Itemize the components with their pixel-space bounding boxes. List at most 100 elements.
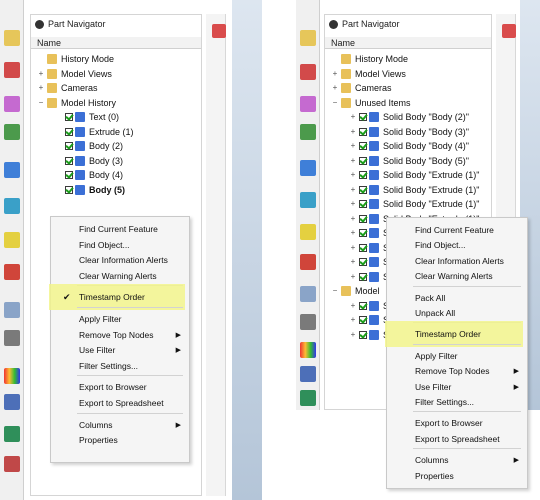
- context-menu-item[interactable]: Clear Warning Alerts: [387, 268, 527, 284]
- context-menu-item[interactable]: Export to Spreadsheet: [387, 431, 527, 447]
- visibility-checkbox[interactable]: [359, 185, 367, 194]
- expand-icon[interactable]: +: [349, 330, 357, 339]
- history-icon[interactable]: [4, 302, 20, 318]
- tree-node[interactable]: − Model History: [37, 96, 116, 110]
- constraint-navigator-icon[interactable]: [300, 64, 316, 80]
- web-browser-icon[interactable]: [4, 198, 20, 214]
- tree-node[interactable]: History Mode: [331, 52, 408, 66]
- visibility-checkbox[interactable]: [359, 127, 367, 136]
- tree-node[interactable]: + Solid Body "Body (3)": [349, 125, 469, 139]
- expand-icon[interactable]: +: [37, 69, 45, 78]
- assembly-navigator-icon[interactable]: [4, 30, 20, 46]
- tree-node[interactable]: + Solid Body "Extrude (1)": [349, 183, 479, 197]
- part-navigator-icon[interactable]: [4, 96, 20, 112]
- visibility-checkbox[interactable]: [359, 316, 367, 324]
- left-graphics-window[interactable]: [232, 0, 262, 500]
- visibility-checkbox[interactable]: [359, 200, 367, 208]
- expand-icon[interactable]: +: [349, 185, 357, 194]
- tree-node[interactable]: − Unused Items: [331, 96, 411, 110]
- visibility-checkbox[interactable]: [359, 243, 367, 252]
- collapse-icon[interactable]: −: [331, 287, 339, 295]
- expand-icon[interactable]: +: [349, 171, 357, 179]
- help-icon[interactable]: [300, 224, 316, 240]
- context-menu-item[interactable]: Apply Filter: [387, 348, 527, 364]
- context-menu-item[interactable]: Use Filter ▶: [51, 342, 189, 358]
- tree-node[interactable]: + Solid Body "Extrude (1)": [349, 197, 479, 211]
- expand-icon[interactable]: +: [37, 84, 45, 92]
- tree-node[interactable]: + Model Views: [331, 67, 406, 81]
- expand-icon[interactable]: +: [349, 200, 357, 208]
- context-menu-item[interactable]: Export to Spreadsheet: [51, 395, 189, 411]
- context-menu-item[interactable]: Find Current Feature: [387, 222, 527, 238]
- context-menu-item[interactable]: Timestamp Order: [387, 326, 527, 342]
- visibility-checkbox[interactable]: [359, 142, 367, 150]
- tree-node[interactable]: Body (4): [55, 168, 123, 182]
- hd3d-tools-icon[interactable]: [300, 160, 316, 176]
- system-materials-icon[interactable]: [4, 330, 20, 346]
- part-navigator-icon[interactable]: [300, 96, 316, 112]
- context-menu-item[interactable]: Clear Information Alerts: [387, 253, 527, 269]
- context-menu-item[interactable]: Clear Warning Alerts: [51, 268, 189, 284]
- tree-node[interactable]: Body (3): [55, 154, 123, 168]
- visibility-checkbox[interactable]: [65, 156, 73, 165]
- visibility-checkbox[interactable]: [65, 127, 73, 136]
- tree-node[interactable]: History Mode: [37, 52, 114, 66]
- right-view-icon[interactable]: [502, 24, 516, 38]
- tree-node[interactable]: Body (2): [55, 139, 123, 153]
- collapse-icon[interactable]: −: [37, 98, 45, 107]
- help-icon[interactable]: [4, 232, 20, 248]
- visibility-checkbox[interactable]: [359, 229, 367, 237]
- expand-icon[interactable]: +: [349, 142, 357, 150]
- expand-icon[interactable]: +: [349, 214, 357, 223]
- context-menu-item[interactable]: Export to Browser: [387, 415, 527, 431]
- tree-node[interactable]: + Solid Body "Body (2)": [349, 110, 469, 124]
- expand-icon[interactable]: +: [349, 316, 357, 324]
- expand-icon[interactable]: +: [349, 113, 357, 121]
- tree-node[interactable]: Extrude (1): [55, 125, 134, 139]
- manufacturing-wizards-icon[interactable]: [300, 390, 316, 406]
- visibility-checkbox[interactable]: [359, 156, 367, 165]
- process-studio-icon[interactable]: [300, 366, 316, 382]
- palette-icon[interactable]: [4, 368, 20, 384]
- name-column-header[interactable]: Name: [31, 37, 201, 49]
- collapse-icon[interactable]: −: [331, 98, 339, 107]
- visibility-checkbox[interactable]: [65, 113, 73, 121]
- manufacturing-wizards-icon[interactable]: [4, 426, 20, 442]
- tree-node[interactable]: Body (5): [55, 183, 125, 197]
- history-icon[interactable]: [300, 286, 316, 302]
- context-menu-item[interactable]: Properties: [387, 468, 527, 484]
- context-menu-item[interactable]: Columns ▶: [51, 417, 189, 433]
- tree-node[interactable]: + Solid Body "Extrude (1)": [349, 168, 479, 182]
- left-view-icon[interactable]: [212, 24, 226, 38]
- visibility-checkbox[interactable]: [65, 171, 73, 179]
- assembly-navigator-icon[interactable]: [300, 30, 316, 46]
- expand-icon[interactable]: +: [349, 229, 357, 237]
- context-menu-item[interactable]: Export to Browser: [51, 379, 189, 395]
- palette-icon[interactable]: [300, 342, 316, 358]
- expand-icon[interactable]: +: [331, 84, 339, 92]
- context-menu-item[interactable]: Use Filter ▶: [387, 379, 527, 395]
- expand-icon[interactable]: +: [349, 243, 357, 252]
- context-menu-item[interactable]: Clear Information Alerts: [51, 252, 189, 268]
- tree-node[interactable]: Text (0): [55, 110, 119, 124]
- tree-node[interactable]: + Model Views: [37, 67, 112, 81]
- expand-icon[interactable]: +: [349, 258, 357, 266]
- visibility-checkbox[interactable]: [359, 171, 367, 179]
- expand-icon[interactable]: +: [349, 301, 357, 310]
- system-materials-icon[interactable]: [300, 314, 316, 330]
- visibility-checkbox[interactable]: [359, 214, 367, 223]
- visibility-checkbox[interactable]: [65, 142, 73, 150]
- context-menu-item[interactable]: Unpack All: [387, 305, 527, 321]
- context-menu-item[interactable]: Remove Top Nodes ▶: [387, 363, 527, 379]
- context-menu-item[interactable]: Columns ▶: [387, 452, 527, 468]
- visibility-checkbox[interactable]: [359, 258, 367, 266]
- visibility-checkbox[interactable]: [65, 185, 73, 194]
- reuse-library-icon[interactable]: [4, 124, 20, 140]
- context-menu-item[interactable]: Find Object...: [51, 237, 189, 253]
- photo-viewer-icon[interactable]: [4, 456, 20, 472]
- context-menu-item[interactable]: Pack All: [387, 290, 527, 306]
- expand-icon[interactable]: +: [349, 127, 357, 136]
- expand-icon[interactable]: +: [331, 69, 339, 78]
- tree-node[interactable]: + Solid Body "Body (4)": [349, 139, 469, 153]
- context-menu-item[interactable]: Apply Filter: [51, 311, 189, 327]
